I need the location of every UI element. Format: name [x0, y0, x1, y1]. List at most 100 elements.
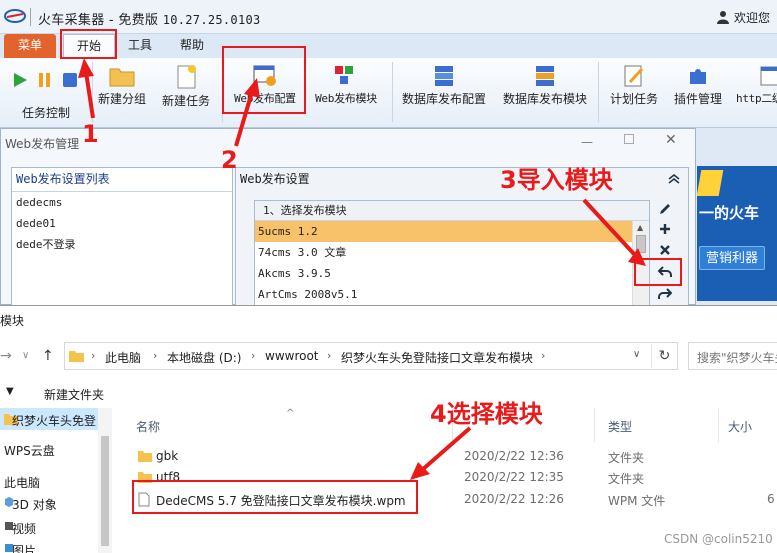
database-config-icon — [435, 66, 453, 86]
http-secondary-label: http二级 — [736, 92, 777, 105]
address-dropdown-icon[interactable]: ∨ — [633, 349, 640, 360]
navigation-pane: 织梦火车头免登 WPS云盘 此电脑 3D 对象 视频 图片 — [0, 408, 112, 553]
user-icon[interactable] — [716, 10, 730, 24]
plugin-manage-button[interactable]: 插件管理 — [668, 58, 728, 128]
column-divider[interactable] — [594, 408, 595, 442]
list-item[interactable]: dede01 — [12, 213, 232, 234]
file-size: 6 — [767, 492, 775, 506]
nav-item-current-folder[interactable]: 织梦火车头免登 — [0, 408, 112, 430]
module-item-selected[interactable]: 5ucms 1.2 — [255, 221, 633, 242]
schedule-icon — [624, 65, 644, 87]
toolbar-chevron-icon[interactable]: ▼ — [6, 386, 14, 397]
nav-item-label: 织梦火车头免登 — [12, 414, 97, 428]
breadcrumb-this-pc[interactable]: 此电脑 — [105, 349, 141, 366]
nav-item-label: 此电脑 — [4, 476, 41, 490]
pencil-icon — [660, 204, 670, 214]
highlight-import-button — [634, 258, 682, 286]
publish-settings-panel: Web发布设置 1、选择发布模块 5ucms 1.2 74cms 3.0 文章 … — [235, 167, 689, 305]
nav-item-videos[interactable]: 视频 — [0, 516, 112, 538]
breadcrumb-module-folder[interactable]: 织梦火车头免登陆接口文章发布模块 — [341, 349, 533, 366]
scroll-thumb[interactable] — [636, 235, 646, 253]
app-title: 火车采集器 - 免费版 10.27.25.0103 — [38, 9, 261, 28]
breadcrumb-separator-icon: › — [251, 349, 256, 362]
annotation-step-4: 4选择模块 — [430, 400, 543, 428]
explorer-toolbar: ▼ 新建文件夹 — [0, 382, 777, 408]
nav-item-this-pc[interactable]: 此电脑 — [0, 470, 112, 492]
nav-item-3d-objects[interactable]: 3D 对象 — [0, 492, 112, 514]
breadcrumb-wwwroot[interactable]: wwwroot — [265, 349, 319, 363]
module-item[interactable]: 74cms 3.0 文章 — [255, 242, 633, 263]
address-bar[interactable]: › 此电脑 › 本地磁盘 (D:) › wwwroot › 织梦火车头免登陆接口… — [64, 342, 678, 370]
tab-tools[interactable]: 工具 — [118, 34, 162, 58]
nav-item-wps-cloud[interactable]: WPS云盘 — [0, 438, 112, 460]
new-task-button[interactable]: 新建任务 — [158, 58, 214, 128]
annotation-step-3: 3导入模块 — [500, 166, 613, 194]
scroll-thumb[interactable] — [101, 436, 109, 546]
refresh-button[interactable]: ↻ — [651, 344, 677, 368]
column-header-type[interactable]: 类型 — [608, 418, 632, 435]
file-name: gbk — [156, 449, 179, 463]
nav-scrollbar[interactable] — [98, 408, 112, 553]
pause-icon[interactable] — [38, 72, 52, 88]
db-publish-module-button[interactable]: 数据库发布模块 — [500, 58, 590, 128]
database-module-icon — [536, 66, 554, 86]
column-header-size[interactable]: 大小 — [728, 418, 752, 435]
folder-icon — [69, 351, 84, 362]
breadcrumb-separator-icon: › — [91, 349, 96, 362]
dialog-minimize-button[interactable]: — — [581, 135, 593, 149]
web-publish-module-button[interactable]: Web发布模块 — [308, 58, 384, 128]
db-publish-config-button[interactable]: 数据库发布配置 — [398, 58, 490, 128]
play-icon[interactable] — [12, 72, 28, 88]
dialog-title: Web发布管理 — [5, 137, 80, 151]
app-version: 10.27.25.0103 — [162, 13, 261, 27]
banner-badge-icon — [697, 170, 724, 196]
scheduled-task-button[interactable]: 计划任务 — [606, 58, 662, 128]
tab-help[interactable]: 帮助 — [170, 34, 214, 58]
file-date: 2020/2/22 12:26 — [464, 492, 564, 506]
plus-icon — [660, 224, 670, 234]
scroll-up-icon[interactable]: ▲ — [637, 223, 643, 232]
module-item[interactable]: Akcms 3.9.5 — [255, 263, 633, 284]
breadcrumb-separator-icon: › — [541, 349, 546, 362]
search-input[interactable]: 搜索"织梦火车头 — [688, 342, 777, 370]
welcome-text: 欢迎您 — [734, 11, 771, 25]
collapse-up-icon[interactable] — [668, 174, 680, 184]
highlight-web-config — [222, 46, 306, 114]
up-arrow-icon[interactable]: ↑ — [42, 348, 54, 364]
publish-settings-list-header: Web发布设置列表 — [12, 168, 232, 192]
new-group-button[interactable]: 新建分组 — [96, 58, 148, 128]
file-type: 文件夹 — [608, 451, 645, 465]
back-arrow-icon[interactable]: → — [0, 348, 12, 364]
publish-settings-list: Web发布设置列表 dedecms dede01 dede不登录 — [11, 167, 233, 305]
edit-module-button[interactable] — [654, 202, 676, 222]
table-row[interactable]: gbk 2020/2/22 12:36 文件夹 — [132, 446, 777, 468]
dialog-close-button[interactable]: ✕ — [665, 132, 677, 148]
annotation-step-2: 2 — [221, 146, 238, 174]
add-module-button[interactable] — [654, 223, 676, 243]
new-folder-button[interactable]: 新建文件夹 — [44, 386, 104, 403]
history-chevron-icon[interactable]: ∨ — [22, 350, 29, 361]
dialog-maximize-button[interactable] — [624, 134, 634, 144]
publish-settings-header: Web发布设置 — [240, 172, 310, 186]
http-secondary-button[interactable]: http二级 — [734, 58, 777, 128]
column-divider[interactable] — [718, 408, 719, 442]
new-group-label: 新建分组 — [97, 92, 146, 106]
tab-menu[interactable]: 菜单 — [4, 34, 56, 58]
column-header-name[interactable]: 名称 — [136, 418, 160, 435]
breadcrumb-local-disk[interactable]: 本地磁盘 (D:) — [167, 349, 241, 366]
promo-banner[interactable]: 一的火车 营销利器 — [697, 166, 777, 301]
file-type: 文件夹 — [608, 472, 645, 486]
nav-item-pictures[interactable]: 图片 — [0, 538, 112, 553]
breadcrumb-separator-icon: › — [153, 349, 158, 362]
list-item[interactable]: dedecms — [12, 192, 232, 213]
export-module-button[interactable] — [654, 288, 676, 305]
list-item[interactable]: dede不登录 — [12, 234, 232, 255]
module-select-header: 1、选择发布模块 — [255, 201, 649, 221]
module-item[interactable]: ArtCms 2008v5.1 — [255, 284, 633, 305]
folder-icon — [109, 68, 135, 87]
app-title-text: 火车采集器 - 免费版 — [38, 13, 159, 28]
highlight-start-tab — [60, 29, 117, 59]
web-publish-module-label: Web发布模块 — [315, 92, 377, 105]
stop-icon[interactable] — [62, 72, 78, 88]
banner-button[interactable]: 营销利器 — [699, 246, 766, 270]
